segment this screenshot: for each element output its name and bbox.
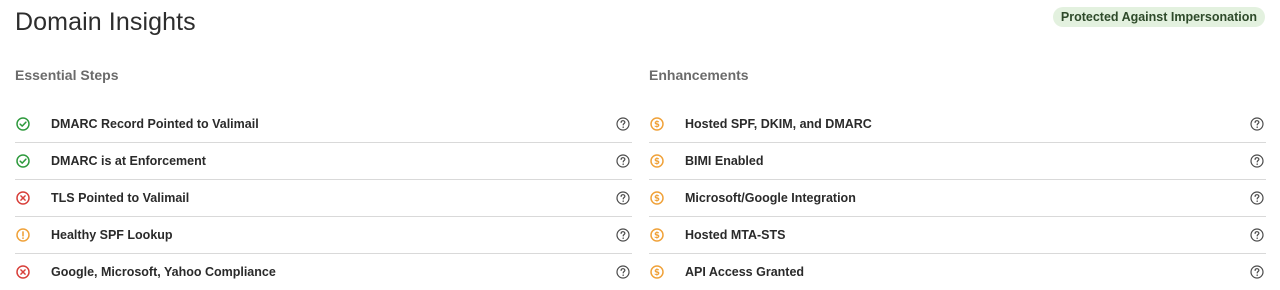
item-label: BIMI Enabled bbox=[685, 154, 764, 168]
help-icon[interactable] bbox=[1249, 264, 1265, 280]
help-icon[interactable] bbox=[615, 116, 631, 132]
item-label: Hosted SPF, DKIM, and DMARC bbox=[685, 117, 872, 131]
essential-steps-section: Essential Steps DMARC Record Pointed to … bbox=[15, 64, 632, 290]
essential-steps-list: DMARC Record Pointed to Valimail DMARC i… bbox=[15, 106, 632, 290]
x-circle-icon bbox=[15, 264, 31, 280]
help-icon[interactable] bbox=[615, 153, 631, 169]
check-circle-icon bbox=[15, 116, 31, 132]
help-icon[interactable] bbox=[1249, 190, 1265, 206]
list-item: $ Hosted SPF, DKIM, and DMARC bbox=[649, 106, 1266, 143]
x-circle-icon bbox=[15, 190, 31, 206]
item-label: API Access Granted bbox=[685, 265, 805, 279]
item-label: DMARC is at Enforcement bbox=[51, 154, 206, 168]
help-icon[interactable] bbox=[1249, 153, 1265, 169]
svg-text:$: $ bbox=[654, 120, 660, 130]
help-icon[interactable] bbox=[1249, 116, 1265, 132]
list-item: DMARC is at Enforcement bbox=[15, 143, 632, 180]
domain-insights-panel: Domain Insights Protected Against Impers… bbox=[0, 0, 1280, 290]
item-label: Hosted MTA-STS bbox=[685, 228, 786, 242]
item-label: Healthy SPF Lookup bbox=[51, 228, 173, 242]
help-icon[interactable] bbox=[615, 227, 631, 243]
list-item: $ BIMI Enabled bbox=[649, 143, 1266, 180]
list-item: TLS Pointed to Valimail bbox=[15, 180, 632, 217]
svg-text:$: $ bbox=[654, 268, 660, 278]
list-item: $ API Access Granted bbox=[649, 254, 1266, 290]
list-item: Healthy SPF Lookup bbox=[15, 217, 632, 254]
svg-text:$: $ bbox=[654, 157, 660, 167]
help-icon[interactable] bbox=[615, 190, 631, 206]
list-item: Google, Microsoft, Yahoo Compliance bbox=[15, 254, 632, 290]
enhancements-section: Enhancements $ Hosted SPF, DKIM, and DMA… bbox=[649, 64, 1266, 290]
dollar-circle-icon: $ bbox=[649, 153, 665, 169]
help-icon[interactable] bbox=[1249, 227, 1265, 243]
enhancements-list: $ Hosted SPF, DKIM, and DMARC $ BIMI Ena… bbox=[649, 106, 1266, 290]
item-label: Google, Microsoft, Yahoo Compliance bbox=[51, 265, 276, 279]
warning-circle-icon bbox=[15, 227, 31, 243]
dollar-circle-icon: $ bbox=[649, 116, 665, 132]
page-title: Domain Insights bbox=[15, 8, 196, 36]
status-badge: Protected Against Impersonation bbox=[1052, 7, 1265, 27]
check-circle-icon bbox=[15, 153, 31, 169]
dollar-circle-icon: $ bbox=[649, 227, 665, 243]
dollar-circle-icon: $ bbox=[649, 190, 665, 206]
dollar-circle-icon: $ bbox=[649, 264, 665, 280]
list-item: $ Microsoft/Google Integration bbox=[649, 180, 1266, 217]
item-label: Microsoft/Google Integration bbox=[685, 191, 856, 205]
section-heading: Enhancements bbox=[649, 67, 749, 83]
section-heading: Essential Steps bbox=[15, 67, 119, 83]
item-label: TLS Pointed to Valimail bbox=[51, 191, 190, 205]
list-item: DMARC Record Pointed to Valimail bbox=[15, 106, 632, 143]
help-icon[interactable] bbox=[615, 264, 631, 280]
svg-text:$: $ bbox=[654, 231, 660, 241]
item-label: DMARC Record Pointed to Valimail bbox=[51, 117, 259, 131]
svg-text:$: $ bbox=[654, 194, 660, 204]
list-item: $ Hosted MTA-STS bbox=[649, 217, 1266, 254]
